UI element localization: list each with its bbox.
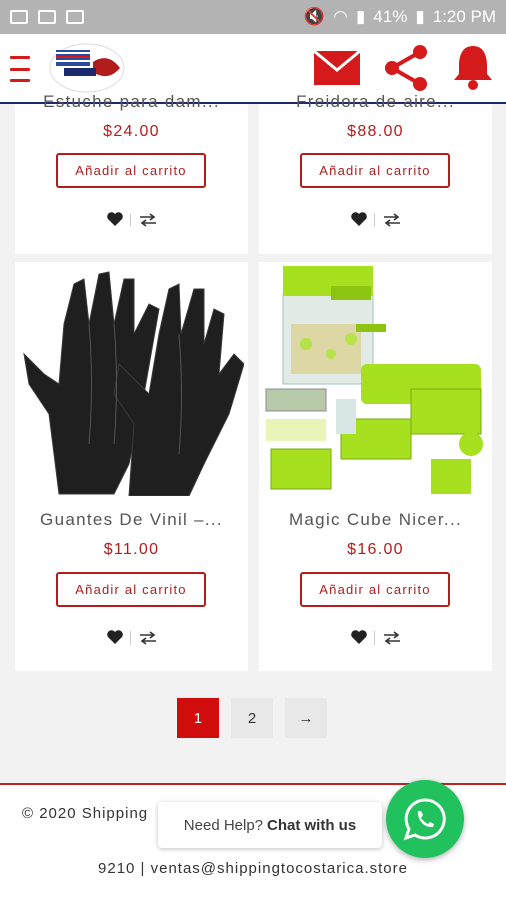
product-card[interactable]: Guantes De Vinil –... $11.00 Añadir al c… [15, 262, 248, 671]
share-icon[interactable] [382, 44, 430, 92]
whatsapp-chat-button[interactable] [386, 780, 464, 858]
page-1-button[interactable]: 1 [177, 698, 219, 738]
next-page-button[interactable]: → [285, 698, 327, 738]
product-card[interactable]: Estuche para dam... $24.00 Añadir al car… [15, 92, 248, 254]
add-to-cart-button[interactable]: Añadir al carrito [300, 572, 450, 607]
product-title[interactable]: Estuche para dam... [15, 92, 248, 112]
battery-icon: ▮ [415, 7, 425, 26]
add-to-cart-button[interactable]: Añadir al carrito [56, 572, 206, 607]
battery-level: 41% [373, 7, 408, 26]
product-card[interactable]: Magic Cube Nicer... $16.00 Añadir al car… [259, 262, 492, 671]
chat-help-bubble[interactable]: Need Help? Chat with us [158, 802, 382, 848]
site-logo[interactable] [48, 42, 126, 94]
contact-text[interactable]: 9210 | ventas@shippingtocostarica.store [0, 860, 506, 877]
copyright-text: © 2020 Shipping [22, 805, 149, 822]
chat-prompt: Need Help? [183, 816, 264, 834]
wishlist-heart-icon[interactable] [106, 629, 124, 645]
product-card[interactable]: Freidora de aire... $88.00 Añadir al car… [259, 92, 492, 254]
action-divider [374, 631, 375, 645]
hamburger-menu-icon[interactable] [10, 56, 30, 82]
status-right: 🔇 ◠ ▮ 41% ▮ 1:20 PM [304, 7, 496, 27]
action-divider [130, 213, 131, 227]
product-title[interactable]: Guantes De Vinil –... [15, 510, 248, 530]
compare-icon[interactable] [383, 631, 401, 645]
clock: 1:20 PM [432, 7, 496, 26]
wifi-icon: ◠ [333, 7, 348, 26]
compare-icon[interactable] [383, 213, 401, 227]
compare-icon[interactable] [139, 213, 157, 227]
whatsapp-icon [403, 798, 446, 841]
page-2-button[interactable]: 2 [231, 698, 273, 738]
product-price: $24.00 [103, 123, 160, 140]
status-left [10, 10, 84, 24]
action-divider [374, 213, 375, 227]
wishlist-heart-icon[interactable] [106, 211, 124, 227]
link-icon [38, 10, 56, 24]
notification-icon [66, 10, 84, 24]
product-image-gloves[interactable] [19, 264, 244, 496]
add-to-cart-button[interactable]: Añadir al carrito [56, 153, 206, 188]
wishlist-heart-icon[interactable] [350, 629, 368, 645]
mail-icon[interactable] [313, 50, 361, 86]
gallery-icon [10, 10, 28, 24]
compare-icon[interactable] [139, 631, 157, 645]
product-price: $16.00 [347, 541, 404, 558]
product-title[interactable]: Magic Cube Nicer... [259, 510, 492, 530]
product-image-vegetable-chopper[interactable] [261, 264, 490, 496]
bell-icon[interactable] [452, 44, 494, 90]
status-bar: 🔇 ◠ ▮ 41% ▮ 1:20 PM [0, 0, 506, 34]
product-title[interactable]: Freidora de aire... [259, 92, 492, 112]
wishlist-heart-icon[interactable] [350, 211, 368, 227]
action-divider [130, 631, 131, 645]
chat-action: Chat with us [267, 816, 357, 834]
product-price: $11.00 [103, 541, 160, 558]
signal-icon: ▮ [355, 7, 366, 26]
pagination: 1 2 → [177, 698, 327, 738]
product-price: $88.00 [347, 123, 404, 140]
add-to-cart-button[interactable]: Añadir al carrito [300, 153, 450, 188]
mute-icon: 🔇 [303, 7, 326, 26]
